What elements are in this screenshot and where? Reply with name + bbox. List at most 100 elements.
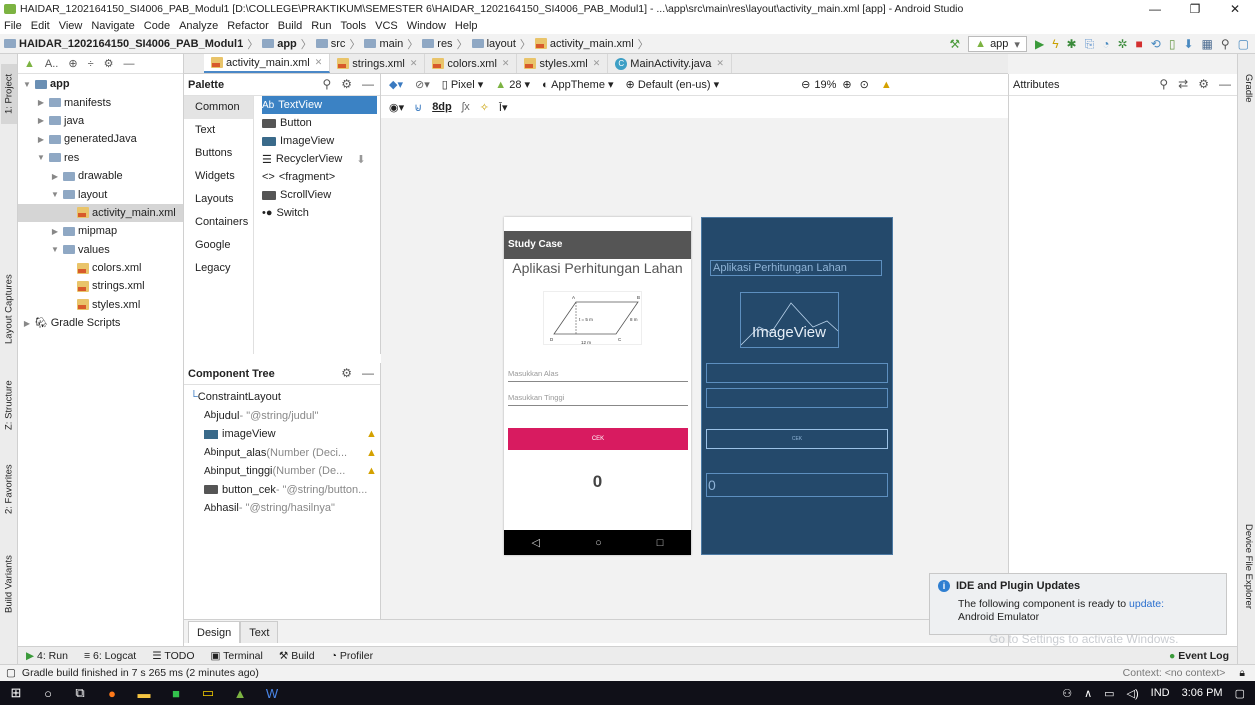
update-notification[interactable]: i IDE and Plugin Updates The following co… (929, 573, 1227, 635)
run-icon[interactable]: ▶ (1035, 37, 1044, 51)
lock-icon[interactable]: 🔒︎ (1239, 667, 1245, 680)
menu-tools[interactable]: Tools (340, 20, 366, 32)
android-studio-taskbar-icon[interactable]: ▲ (224, 681, 256, 705)
menu-analyze[interactable]: Analyze (179, 20, 218, 32)
infer-constraints-icon[interactable]: ✧ (480, 101, 489, 114)
collapse-icon[interactable]: ÷ (88, 58, 94, 70)
palette-item-scrollview[interactable]: ScrollView (262, 186, 377, 204)
zoom-out-icon[interactable]: ⊖ (801, 78, 810, 91)
blueprint-input-tinggi[interactable] (706, 388, 888, 408)
people-icon[interactable]: ⚇ (1062, 687, 1072, 700)
project-tree-item[interactable]: ▶ mipmap (18, 222, 183, 240)
palette-category-containers[interactable]: Containers (184, 211, 253, 234)
tool-profiler[interactable]: ◔ Profiler (331, 650, 374, 662)
warning-icon[interactable]: ▲ (366, 447, 377, 459)
sdk-manager-icon[interactable]: ⬇ (1183, 37, 1193, 51)
palette-item-fragment[interactable]: <> <fragment> (262, 168, 377, 186)
coverage-icon[interactable]: ✲ (1117, 37, 1127, 51)
event-log-button[interactable]: ● Event Log (1169, 650, 1229, 662)
component-tree-item[interactable]: button_cek - "@string/button... (184, 481, 380, 500)
blueprint-result[interactable]: 0 (706, 473, 888, 497)
project-tree-item[interactable]: ▶ java (18, 112, 183, 130)
network-icon[interactable]: ▭ (1104, 687, 1114, 700)
component-tree-item[interactable]: Ab hasil - "@string/hasilnya" (184, 499, 380, 518)
close-tab-icon[interactable]: ✕ (502, 58, 510, 69)
tab-colors-xml[interactable]: colors.xml ✕ (425, 54, 518, 73)
project-tree-item[interactable]: ▶ generatedJava (18, 130, 183, 148)
menu-refactor[interactable]: Refactor (227, 20, 269, 32)
parallelogram-image[interactable]: A B C D t = 5 m 8 m 12 m (543, 291, 642, 345)
locate-icon[interactable]: ⊕ (68, 57, 77, 70)
button-cek[interactable]: CEK (508, 428, 688, 450)
breadcrumb-src[interactable]: src 〉 (315, 36, 360, 52)
debug-icon[interactable]: ✱ (1067, 37, 1077, 51)
design-surface-icon[interactable]: ◆▾ (389, 78, 403, 91)
project-tree-item[interactable]: ▶ manifests (18, 93, 183, 111)
menu-edit[interactable]: Edit (31, 20, 50, 32)
palette-category-text[interactable]: Text (184, 119, 253, 142)
file-explorer-icon[interactable]: ▬ (128, 681, 160, 705)
palette-category-common[interactable]: Common (184, 96, 253, 119)
project-tree-item[interactable]: ▶ drawable (18, 167, 183, 185)
breadcrumb-res[interactable]: res 〉 (422, 36, 468, 52)
project-tree-item[interactable]: styles.xml (18, 296, 183, 314)
palette-item-imageview[interactable]: ImageView (262, 132, 377, 150)
theme-select[interactable]: ◐ AppTheme ▾ (542, 78, 613, 91)
hide-icon[interactable]: — (362, 77, 374, 91)
component-tree-item[interactable]: Ab input_alas (Number (Deci... ▲ (184, 444, 380, 463)
palette-category-google[interactable]: Google (184, 234, 253, 257)
chevron-right-icon[interactable]: ▶ (36, 116, 46, 125)
menu-code[interactable]: Code (144, 20, 170, 32)
hammer-icon[interactable]: ⚒ (949, 37, 960, 51)
project-tree-item[interactable]: ▼ layout (18, 185, 183, 203)
breadcrumb-file[interactable]: activity_main.xml 〉 (534, 36, 649, 52)
locale-select[interactable]: ⊕ Default (en-us) ▾ (626, 78, 720, 91)
device-select[interactable]: ▯ Pixel ▾ (442, 78, 484, 91)
language-indicator[interactable]: IND (1151, 687, 1170, 699)
chevron-right-icon[interactable]: ▶ (50, 227, 60, 236)
palette-category-widgets[interactable]: Widgets (184, 165, 253, 188)
tab-styles-xml[interactable]: styles.xml ✕ (517, 54, 609, 73)
project-tree-item[interactable]: ▼ values (18, 241, 183, 259)
tool-terminal[interactable]: ▣ Terminal (211, 650, 263, 662)
menu-build[interactable]: Build (278, 20, 302, 32)
tab-design[interactable]: Design (188, 621, 241, 643)
apply-changes-icon[interactable]: ϟ (1052, 37, 1058, 51)
run-configuration-select[interactable]: ▲ app ▾ (968, 36, 1027, 52)
tool-tab-structure[interactable]: Z: Structure (1, 370, 17, 440)
component-tree-item[interactable]: imageView ▲ (184, 425, 380, 444)
menu-view[interactable]: View (59, 20, 83, 32)
close-tab-icon[interactable]: ✕ (315, 57, 323, 68)
tool-logcat[interactable]: ≡ 6: Logcat (84, 650, 136, 662)
breadcrumb-project[interactable]: HAIDAR_1202164150_SI4006_PAB_Modul1 〉 (4, 36, 258, 52)
chat-app-icon[interactable]: ■ (160, 681, 192, 705)
word-icon[interactable]: W (256, 681, 288, 705)
tab-activity-main-xml[interactable]: activity_main.xml ✕ (204, 54, 331, 73)
design-preview[interactable]: Study Case Aplikasi Perhitungan Lahan A … (504, 217, 691, 555)
warning-icon[interactable]: ▲ (366, 428, 377, 440)
search-icon[interactable]: ○ (32, 681, 64, 705)
tool-tab-project[interactable]: 1: Project (1, 64, 17, 124)
clear-constraints-icon[interactable]: ʃx (462, 101, 470, 113)
blueprint-preview[interactable]: Aplikasi Perhitungan Lahan ImageView CEK… (701, 217, 893, 555)
breadcrumb-main[interactable]: main 〉 (364, 36, 418, 52)
volume-icon[interactable]: ◁) (1127, 687, 1139, 700)
maximize-button[interactable]: ❐ (1175, 0, 1215, 18)
tool-todo[interactable]: ☰ TODO (152, 650, 194, 662)
sync-gradle-icon[interactable]: ⟲ (1151, 37, 1161, 51)
menu-navigate[interactable]: Navigate (91, 20, 134, 32)
warning-icon[interactable]: ▲ (881, 79, 892, 91)
firefox-icon[interactable]: ● (96, 681, 128, 705)
palette-item-textview[interactable]: Ab TextView (262, 96, 377, 114)
profile-icon[interactable]: ◔ (1102, 37, 1109, 51)
download-icon[interactable]: ⬇ (356, 153, 365, 166)
tab-mainactivity-java[interactable]: C MainActivity.java ✕ (608, 54, 732, 73)
chevron-right-icon[interactable]: ▶ (36, 98, 46, 107)
blueprint-button-cek[interactable]: CEK (706, 429, 888, 449)
warning-icon[interactable]: ▲ (366, 465, 377, 477)
hide-icon[interactable]: — (362, 366, 374, 380)
palette-category-buttons[interactable]: Buttons (184, 142, 253, 165)
chevron-right-icon[interactable]: ▶ (36, 135, 46, 144)
project-tree-item[interactable]: colors.xml (18, 259, 183, 277)
result-text[interactable]: 0 (504, 472, 691, 492)
